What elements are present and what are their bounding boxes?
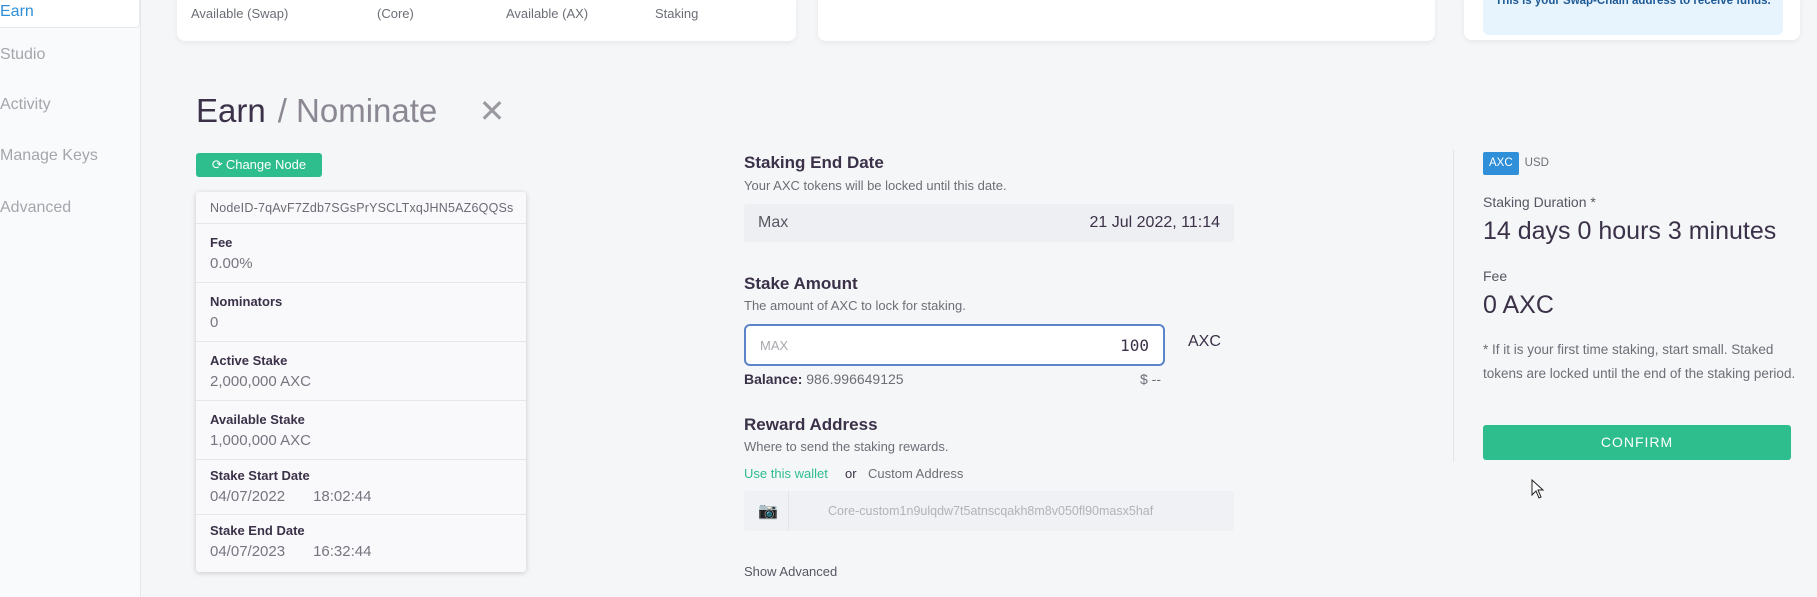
- middle-card: [818, 0, 1435, 41]
- node-stake-end: Stake End Date 04/07/2023 16:32:44: [196, 515, 526, 570]
- stake-end-label: Stake End Date: [210, 523, 305, 538]
- nominators-label: Nominators: [210, 294, 283, 309]
- nominators-value: 0: [210, 314, 219, 331]
- reward-address-title: Reward Address: [744, 415, 878, 434]
- toggle-axc[interactable]: AXC: [1483, 152, 1519, 175]
- stake-start-date: 04/07/2022: [210, 488, 286, 505]
- page-title: Earn / Nominate: [196, 92, 437, 136]
- balance: Balance: 986.996649125: [744, 371, 904, 387]
- reward-address-value: Core-custom1n9ulqdw7t5atnscqakh8m8v050fl…: [828, 504, 1154, 518]
- core-label: (Core): [377, 6, 414, 21]
- fee-label: Fee: [210, 235, 233, 250]
- stake-start-time: 18:02:44: [313, 488, 372, 505]
- camera-icon[interactable]: 📷: [758, 501, 778, 521]
- stake-start-label: Stake Start Date: [210, 468, 310, 483]
- node-available-stake: Available Stake 1,000,000 AXC: [196, 401, 526, 460]
- balance-value: 986.996649125: [806, 371, 904, 387]
- reward-address-desc: Where to send the staking rewards.: [744, 439, 949, 454]
- use-this-wallet-link[interactable]: Use this wallet: [744, 466, 828, 481]
- available-ax-label: Available (AX): [506, 6, 589, 21]
- fee-value: 0.00%: [210, 255, 253, 272]
- duration-value: 14 days 0 hours 3 minutes: [1483, 217, 1777, 245]
- confirm-button[interactable]: CONFIRM: [1483, 425, 1791, 460]
- staking-end-desc: Your AXC tokens will be locked until thi…: [744, 178, 1007, 193]
- node-nominators: Nominators 0: [196, 283, 526, 342]
- stake-amount-desc: The amount of AXC to lock for staking.: [744, 298, 966, 313]
- active-stake-label: Active Stake: [210, 353, 288, 368]
- sidebar-item-manage-keys[interactable]: Manage Keys: [0, 141, 140, 171]
- toggle-usd[interactable]: USD: [1519, 152, 1555, 175]
- reward-address-field[interactable]: 📷 Core-custom1n9ulqdw7t5atnscqakh8m8v050…: [744, 491, 1234, 531]
- stake-end-time: 16:32:44: [313, 543, 372, 560]
- sidebar-item-studio[interactable]: Studio: [0, 40, 140, 70]
- sidebar-item-activity[interactable]: Activity: [0, 90, 140, 120]
- node-stake-start: Stake Start Date 04/07/2022 18:02:44: [196, 460, 526, 515]
- active-stake-value: 2,000,000 AXC: [210, 373, 311, 390]
- field-divider: [788, 491, 789, 531]
- close-icon[interactable]: ✕: [478, 95, 506, 127]
- stake-amount-input[interactable]: MAX 100: [744, 324, 1165, 366]
- fee-summary-label: Fee: [1483, 268, 1508, 284]
- title-nominate: / Nominate: [277, 92, 438, 129]
- column-divider: [1453, 150, 1454, 462]
- end-date-value: 21 Jul 2022, 11:14: [1089, 214, 1220, 231]
- stake-unit: AXC: [1188, 333, 1221, 350]
- change-node-button[interactable]: ⟳ Change Node: [196, 153, 322, 177]
- stake-end-date: 04/07/2023: [210, 543, 286, 560]
- currency-toggle[interactable]: AXC USD: [1483, 152, 1555, 175]
- sidebar: Earn Studio Activity Manage Keys Advance…: [0, 0, 141, 597]
- available-stake-label: Available Stake: [210, 412, 305, 427]
- max-date-button[interactable]: Max: [758, 214, 788, 232]
- stake-amount-title: Stake Amount: [744, 274, 858, 293]
- stake-amount-value: 100: [1120, 336, 1149, 355]
- mouse-cursor-icon: [1531, 479, 1545, 499]
- staking-note: * If it is your first time staking, star…: [1483, 342, 1796, 381]
- node-fee: Fee 0.00%: [196, 224, 526, 283]
- node-info-card: NodeID-7qAvF7Zdb7SGsPrYSCLTxqJHN5AZ6QQSs…: [196, 192, 526, 572]
- usd-value: $ --: [1140, 371, 1161, 387]
- sidebar-item-advanced[interactable]: Advanced: [0, 193, 140, 223]
- address-notice: This is your Swap-Chain address to recei…: [1483, 0, 1783, 35]
- max-amount-button[interactable]: MAX: [760, 338, 788, 353]
- show-advanced-link[interactable]: Show Advanced: [744, 564, 837, 579]
- custom-address-link[interactable]: Custom Address: [868, 466, 963, 481]
- duration-label: Staking Duration *: [1483, 194, 1596, 210]
- staking-label: Staking: [655, 6, 699, 21]
- or-text: or: [845, 466, 857, 481]
- node-id: NodeID-7qAvF7Zdb7SGsPrYSCLTxqJHN5AZ6QQSs: [196, 192, 526, 224]
- staking-end-title: Staking End Date: [744, 153, 884, 172]
- node-active-stake: Active Stake 2,000,000 AXC: [196, 342, 526, 401]
- fee-summary-value: 0 AXC: [1483, 291, 1554, 319]
- refresh-icon: ⟳: [211, 157, 223, 172]
- available-stake-value: 1,000,000 AXC: [210, 432, 311, 449]
- end-date-picker[interactable]: Max 21 Jul 2022, 11:14: [744, 204, 1234, 242]
- balance-card: Available (Swap) (Core) Available (AX) S…: [177, 0, 796, 41]
- sidebar-item-earn[interactable]: Earn: [0, 0, 140, 28]
- available-swap-label: Available (Swap): [191, 6, 289, 21]
- title-earn: Earn: [196, 92, 266, 129]
